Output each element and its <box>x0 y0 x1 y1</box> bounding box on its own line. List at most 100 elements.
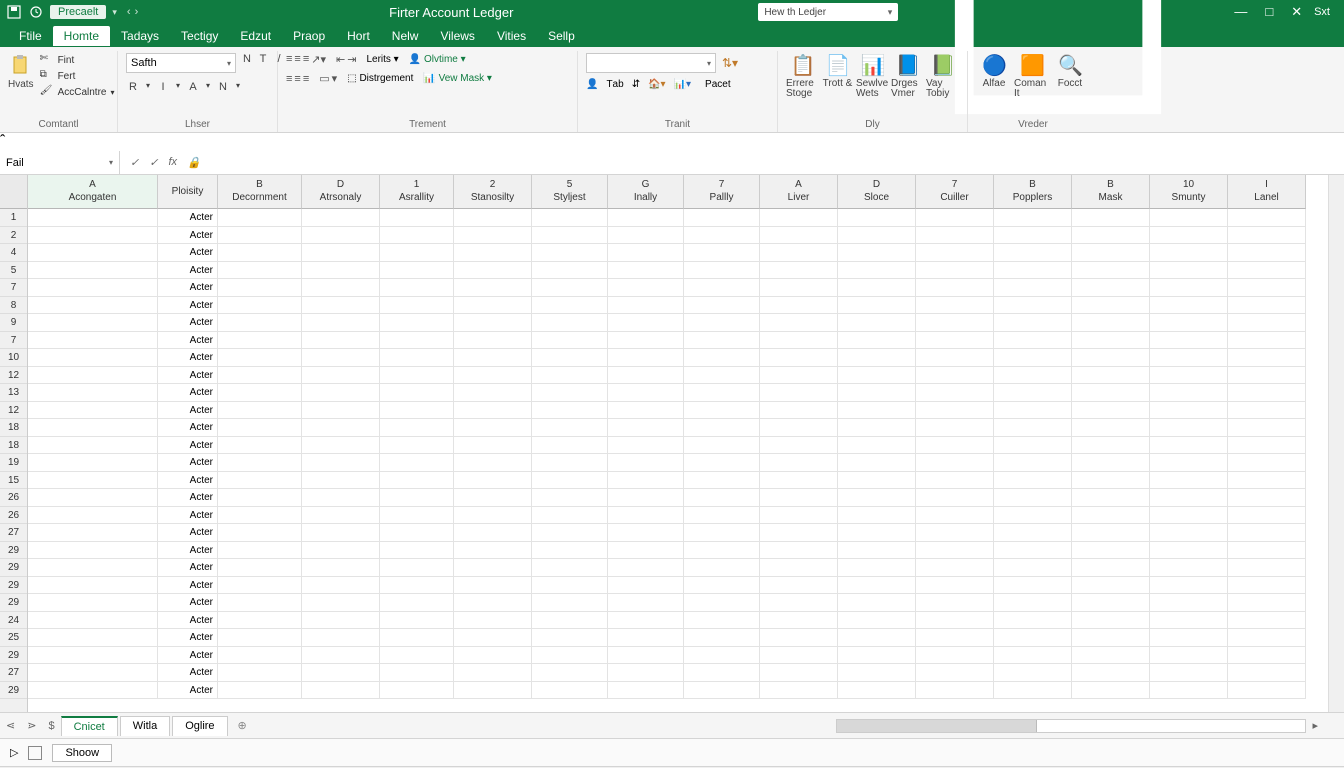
cell[interactable] <box>916 384 994 402</box>
cell[interactable] <box>684 332 760 350</box>
row-header[interactable]: 26 <box>0 489 27 507</box>
font-family-combo[interactable]: Safth▾ <box>126 53 236 73</box>
column-header[interactable]: BMask <box>1072 175 1150 209</box>
cell[interactable] <box>1072 227 1150 245</box>
cell[interactable] <box>380 489 454 507</box>
cell[interactable] <box>454 227 532 245</box>
cell[interactable] <box>1228 279 1306 297</box>
cell[interactable] <box>838 594 916 612</box>
cell[interactable] <box>1150 507 1228 525</box>
cell[interactable] <box>838 332 916 350</box>
cell[interactable] <box>1072 559 1150 577</box>
align-top-icon[interactable]: ≡ <box>286 53 292 66</box>
row-header[interactable]: 18 <box>0 437 27 455</box>
cell[interactable] <box>916 244 994 262</box>
cell[interactable] <box>608 472 684 490</box>
cell[interactable]: Acter <box>158 489 218 507</box>
cell[interactable] <box>608 612 684 630</box>
nav-back-icon[interactable]: ‹ <box>127 6 131 18</box>
cell[interactable] <box>994 542 1072 560</box>
cell[interactable] <box>916 419 994 437</box>
cell[interactable] <box>28 227 158 245</box>
cell[interactable] <box>302 384 380 402</box>
cell[interactable] <box>608 262 684 280</box>
collapse-ribbon-icon[interactable]: ˆ <box>0 133 5 150</box>
menu-item-praop[interactable]: Praop <box>282 26 336 46</box>
cell[interactable] <box>994 454 1072 472</box>
cell-button[interactable]: 🔍Focct <box>1052 53 1088 89</box>
cell[interactable] <box>454 524 532 542</box>
cell[interactable] <box>838 349 916 367</box>
cell[interactable] <box>608 542 684 560</box>
cell[interactable] <box>760 437 838 455</box>
cell[interactable] <box>380 507 454 525</box>
cell[interactable] <box>1150 472 1228 490</box>
cell[interactable] <box>380 209 454 227</box>
cell[interactable] <box>608 349 684 367</box>
cell[interactable] <box>302 367 380 385</box>
cell[interactable] <box>380 524 454 542</box>
cell[interactable] <box>218 384 302 402</box>
cell[interactable] <box>760 262 838 280</box>
cell[interactable] <box>380 367 454 385</box>
vew-mask-button[interactable]: 📊 Vew Mask ▾ <box>423 73 492 84</box>
style-button[interactable]: 📋Errere Stoge <box>786 53 819 99</box>
cell[interactable] <box>454 402 532 420</box>
fx-icon[interactable]: fx <box>168 156 177 169</box>
cell[interactable] <box>608 227 684 245</box>
cell[interactable] <box>838 209 916 227</box>
cell[interactable] <box>1150 647 1228 665</box>
cell[interactable] <box>916 279 994 297</box>
cell[interactable] <box>994 559 1072 577</box>
cell[interactable] <box>994 419 1072 437</box>
sheet-nav-prev-icon[interactable]: ⋗ <box>21 719 42 732</box>
cell[interactable] <box>28 647 158 665</box>
cell[interactable] <box>684 472 760 490</box>
cell[interactable] <box>1228 209 1306 227</box>
cell[interactable] <box>684 209 760 227</box>
cell[interactable] <box>1228 682 1306 700</box>
lerits-button[interactable]: Lerits ▾ <box>366 54 398 65</box>
cell[interactable] <box>608 454 684 472</box>
cell[interactable] <box>1072 664 1150 682</box>
cell[interactable] <box>1150 297 1228 315</box>
cell[interactable] <box>532 682 608 700</box>
cell[interactable] <box>532 384 608 402</box>
cell[interactable] <box>380 419 454 437</box>
cell[interactable] <box>302 664 380 682</box>
cell[interactable] <box>994 262 1072 280</box>
cell[interactable] <box>760 297 838 315</box>
cell[interactable] <box>916 559 994 577</box>
column-header[interactable]: AAcongaten <box>28 175 158 209</box>
cell[interactable] <box>916 629 994 647</box>
cell[interactable] <box>760 349 838 367</box>
cell[interactable] <box>994 209 1072 227</box>
cell[interactable] <box>1150 542 1228 560</box>
cell[interactable] <box>608 559 684 577</box>
cell[interactable] <box>1150 577 1228 595</box>
cell[interactable] <box>916 262 994 280</box>
menu-item-hort[interactable]: Hort <box>336 26 381 46</box>
scroll-right-icon[interactable]: ▸ <box>1306 719 1324 733</box>
active-document-badge[interactable]: Precaelt <box>50 5 106 19</box>
cell[interactable] <box>302 542 380 560</box>
cell[interactable] <box>380 262 454 280</box>
cell[interactable] <box>760 559 838 577</box>
style-button[interactable]: 📗Vay Tobiy <box>926 53 959 99</box>
lock-icon[interactable]: 🔒 <box>187 156 201 169</box>
cell[interactable] <box>28 524 158 542</box>
olvtime-button[interactable]: 👤 Olvtime ▾ <box>409 54 466 65</box>
row-header[interactable]: 19 <box>0 454 27 472</box>
cell[interactable] <box>838 454 916 472</box>
cell[interactable] <box>380 349 454 367</box>
cell[interactable] <box>608 629 684 647</box>
cell[interactable] <box>302 227 380 245</box>
cell[interactable] <box>380 402 454 420</box>
cell[interactable] <box>916 402 994 420</box>
cell[interactable] <box>1072 629 1150 647</box>
font-format-button[interactable]: N <box>216 81 230 93</box>
style-button[interactable]: 📘Drges Vmer <box>891 53 924 99</box>
cell[interactable]: Acter <box>158 437 218 455</box>
row-header[interactable]: 2 <box>0 227 27 245</box>
cell[interactable] <box>1150 227 1228 245</box>
